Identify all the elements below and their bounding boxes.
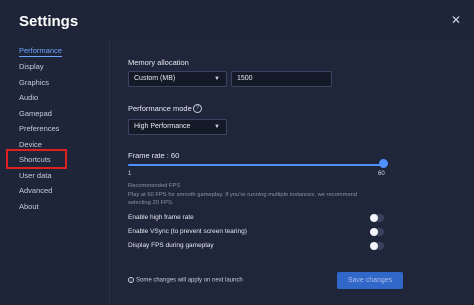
- sidebar-item-audio[interactable]: Audio: [19, 93, 38, 102]
- title-bar: Settings ✕: [0, 0, 474, 40]
- frame-rate-slider[interactable]: [128, 164, 383, 166]
- sidebar-item-graphics[interactable]: Graphics: [19, 78, 49, 87]
- sidebar-item-device[interactable]: Device: [19, 140, 42, 149]
- performance-mode-value: High Performance: [134, 123, 191, 130]
- restart-note: i Some changes will apply on next launch: [128, 277, 243, 284]
- performance-mode-label: Performance mode: [128, 104, 192, 113]
- sidebar-item-performance[interactable]: Performance: [19, 46, 62, 57]
- display-fps-toggle[interactable]: [370, 242, 384, 250]
- shortcuts-highlight-box: [6, 149, 67, 169]
- high-frame-rate-label: Enable high frame rate: [128, 214, 194, 221]
- performance-panel: Memory allocation Custom (MB) ▼ 1500 Per…: [111, 40, 474, 305]
- window-title: Settings: [19, 13, 79, 30]
- sidebar-item-gamepad[interactable]: Gamepad: [19, 109, 52, 118]
- memory-allocation-select[interactable]: Custom (MB) ▼: [128, 71, 227, 87]
- sidebar-item-about[interactable]: About: [19, 202, 39, 211]
- performance-mode-select[interactable]: High Performance ▼: [128, 119, 227, 135]
- restart-note-text: Some changes will apply on next launch: [136, 277, 243, 284]
- sidebar-item-preferences[interactable]: Preferences: [19, 124, 59, 133]
- memory-mb-input[interactable]: 1500: [231, 71, 332, 87]
- display-fps-label: Display FPS during gameplay: [128, 242, 214, 249]
- help-icon[interactable]: ?: [193, 104, 202, 113]
- sidebar-item-display[interactable]: Display: [19, 62, 44, 71]
- chevron-down-icon: ▼: [214, 76, 220, 82]
- close-icon[interactable]: ✕: [450, 14, 462, 26]
- frame-rate-slider-thumb[interactable]: [378, 159, 388, 168]
- chevron-down-icon: ▼: [214, 124, 220, 130]
- recommended-fps-text-2: selecting 20 FPS.: [128, 200, 174, 206]
- sidebar-item-user-data[interactable]: User data: [19, 171, 52, 180]
- recommended-fps-title: Recommended FPS: [128, 183, 181, 189]
- recommended-fps-text-1: Play at 60 FPS for smooth gameplay. If y…: [128, 192, 358, 198]
- high-frame-rate-toggle[interactable]: [370, 214, 384, 222]
- settings-sidebar: Performance Display Graphics Audio Gamep…: [0, 40, 110, 305]
- save-changes-button[interactable]: Save changes: [337, 272, 403, 289]
- vsync-label: Enable VSync (to prevent screen tearing): [128, 228, 247, 235]
- memory-allocation-value: Custom (MB): [134, 75, 176, 82]
- sidebar-item-advanced[interactable]: Advanced: [19, 186, 52, 195]
- frame-rate-max-label: 60: [378, 171, 385, 177]
- frame-rate-label: Frame rate : 60: [128, 151, 180, 160]
- info-icon: i: [128, 277, 134, 283]
- frame-rate-min-label: 1: [128, 171, 132, 177]
- memory-allocation-label: Memory allocation: [128, 58, 189, 67]
- vsync-toggle[interactable]: [370, 228, 384, 236]
